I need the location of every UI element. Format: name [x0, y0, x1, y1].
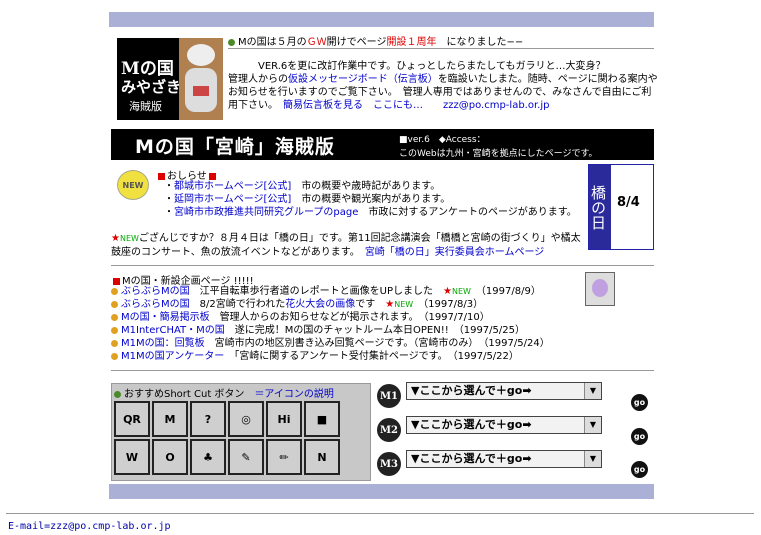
m1-go-button[interactable]: go [631, 394, 648, 411]
announcement: Mの国は５月のＧＷ開けでページ開設１周年 になりました−− [228, 33, 523, 48]
logo-line3: 海賊版 [129, 100, 162, 113]
intro-line3: お知らせを行いますのでご覧下さい。 管理人専用ではありませんので、みなさんで自由… [228, 87, 652, 98]
banner-title: Mの国「宮崎」海賊版 [135, 136, 335, 158]
list-item: ・延岡市ホームページ[公式] 市の概要や観光案内があります。 [164, 194, 451, 205]
bridge-text: ★NEWござんじですか？８月４日は「橋の日」です。第11回記念講演会「橋橋と宮崎… [111, 233, 581, 258]
top-bar [109, 12, 654, 27]
list-item: ・宮崎市市政推進共同研究グループのpage 市政に対するアンケートのページがあり… [164, 207, 577, 218]
shortcut-button-help[interactable]: ? [190, 401, 226, 437]
lucky-cat-icon [179, 38, 223, 120]
bullet-icon [228, 38, 235, 46]
list-item: M1Mの国：回覧板 宮崎市内の地区別書き込み回覧ページです。（宮崎市のみ） （1… [111, 337, 550, 350]
shortcut-button-pencil[interactable]: ✏ [266, 439, 302, 475]
shortcut-button-m[interactable]: M [152, 401, 188, 437]
bridge-committee-link[interactable]: 宮崎「橋の日」実行委員会ホームページ [365, 247, 545, 258]
shortcut-button-n[interactable]: N [304, 439, 340, 475]
bottom-bar [109, 484, 654, 499]
nobeoka-link[interactable]: 延岡市ホームページ[公式] [174, 194, 291, 205]
shortcut-button-box[interactable]: ■ [304, 401, 340, 437]
banner-desc: このWebは九州・宮崎を拠点にしたページです。 [399, 149, 598, 159]
shortcut-button-target[interactable]: ◎ [228, 401, 264, 437]
shortcut-heading: おすすめShort Cut ボタン ＝アイコンの説明 [114, 385, 334, 400]
shortcut-button-w[interactable]: W [114, 439, 150, 475]
miyazaki-group-link[interactable]: 宮崎市市政推進共同研究グループのpage [174, 207, 358, 218]
miyakonojo-link[interactable]: 都城市ホームページ[公式] [174, 181, 291, 192]
banner-version: ■ver.6 ◆Access： [399, 135, 486, 145]
bridge-day-image[interactable]: 橋の日 8/4 [588, 164, 654, 250]
logo-line2: みやざき [121, 78, 182, 96]
divider [228, 48, 654, 50]
bridge-day-date: 8/4 [617, 195, 640, 210]
chevron-down-icon: ▼ [584, 417, 601, 433]
icon-help-link[interactable]: ＝アイコンの説明 [254, 389, 334, 400]
list-item: Mの国・簡易掲示板 管理人からのお知らせなどが掲示されます。 （1997/7/1… [111, 311, 550, 324]
footer-divider [6, 513, 754, 515]
m2-badge: M2 [377, 418, 401, 442]
list-item: ぶらぶらMの国 8/2宮崎で行われた花火大会の画像です ★NEW （1997/8… [111, 298, 550, 311]
announce-mid: 開けでページ [326, 37, 387, 48]
divider [111, 265, 654, 267]
shortcut-button-qr[interactable]: QR [114, 401, 150, 437]
document-icon[interactable] [585, 272, 615, 306]
m1-badge: M1 [377, 384, 401, 408]
intro-line4: 用下さい。 簡易伝言板を見る ここにも… zzz@po.cmp-lab.or.j… [228, 100, 550, 111]
shortcut-button-o[interactable]: O [152, 439, 188, 475]
m2-go-button[interactable]: go [631, 428, 648, 445]
email-link[interactable]: zzz@po.cmp-lab.or.jp [443, 100, 549, 111]
board-link[interactable]: 簡易伝言板を見る [283, 100, 363, 111]
plans-list: ぶらぶらMの国 江平自転車歩行者道のレポートと画像をUPしました ★NEW （1… [111, 285, 550, 363]
here-link[interactable]: ここにも… [373, 100, 423, 111]
divider [111, 370, 654, 372]
shortcut-button-notes[interactable]: ✎ [228, 439, 264, 475]
m3-select[interactable]: ▼ここから選んで＋go➡ ▼ [406, 450, 602, 468]
announce-pre: Mの国は５月の [238, 37, 307, 48]
banner: Mの国「宮崎」海賊版 ■ver.6 ◆Access： このWebは九州・宮崎を拠… [111, 129, 654, 160]
list-item: M1Mの国アンケーター 「宮崎に関するアンケート受付集計ページです。 （1997… [111, 350, 550, 363]
announce-gw: ＧＷ [306, 37, 327, 48]
chevron-down-icon: ▼ [584, 383, 601, 399]
new-badge: NEW [117, 170, 149, 200]
m1-select[interactable]: ▼ここから選んで＋go➡ ▼ [406, 382, 602, 400]
intro-line2: 管理人からの仮設メッセージボード（伝言板）を臨設いたしまた。随時、ページに関わる… [228, 74, 658, 85]
m3-go-button[interactable]: go [631, 461, 648, 478]
list-item: ・都城市ホームページ[公式] 市の概要や歳時記があります。 [164, 181, 441, 192]
news-list: ・都城市ホームページ[公式] 市の概要や歳時記があります。 ・延岡市ホームページ… [164, 180, 577, 219]
shortcut-button-grape[interactable]: ♣ [190, 439, 226, 475]
chevron-down-icon: ▼ [584, 451, 601, 467]
announce-post: になりました−− [446, 37, 524, 48]
announce-anniversary: 開設１周年 [386, 37, 437, 48]
list-item: M1InterCHAT・Mの国 遂に完成！Mの国のチャットルーム本日OPEN!!… [111, 324, 550, 337]
intro-text: VER.6を更に改訂作業中です。ひょっとしたらまたしてもガラリと…大変身？ 管理… [228, 60, 658, 112]
new-star-label: ★NEW [111, 233, 139, 244]
m3-badge: M3 [377, 452, 401, 476]
m2-select[interactable]: ▼ここから選んで＋go➡ ▼ [406, 416, 602, 434]
site-logo: Mの国 みやざき 海賊版 [117, 38, 223, 120]
footer-email[interactable]: E-mail=zzz@po.cmp-lab.or.jp [8, 521, 171, 532]
shortcut-button-hi[interactable]: Hi [266, 401, 302, 437]
intro-line1: VER.6を更に改訂作業中です。ひょっとしたらまたしてもガラリと…大変身？ [258, 61, 606, 72]
list-item: ぶらぶらMの国 江平自転車歩行者道のレポートと画像をUPしました ★NEW （1… [111, 285, 550, 298]
bridge-day-text: 橋の日 [589, 165, 611, 249]
message-board-link[interactable]: 仮設メッセージボード（伝言板） [288, 74, 438, 85]
